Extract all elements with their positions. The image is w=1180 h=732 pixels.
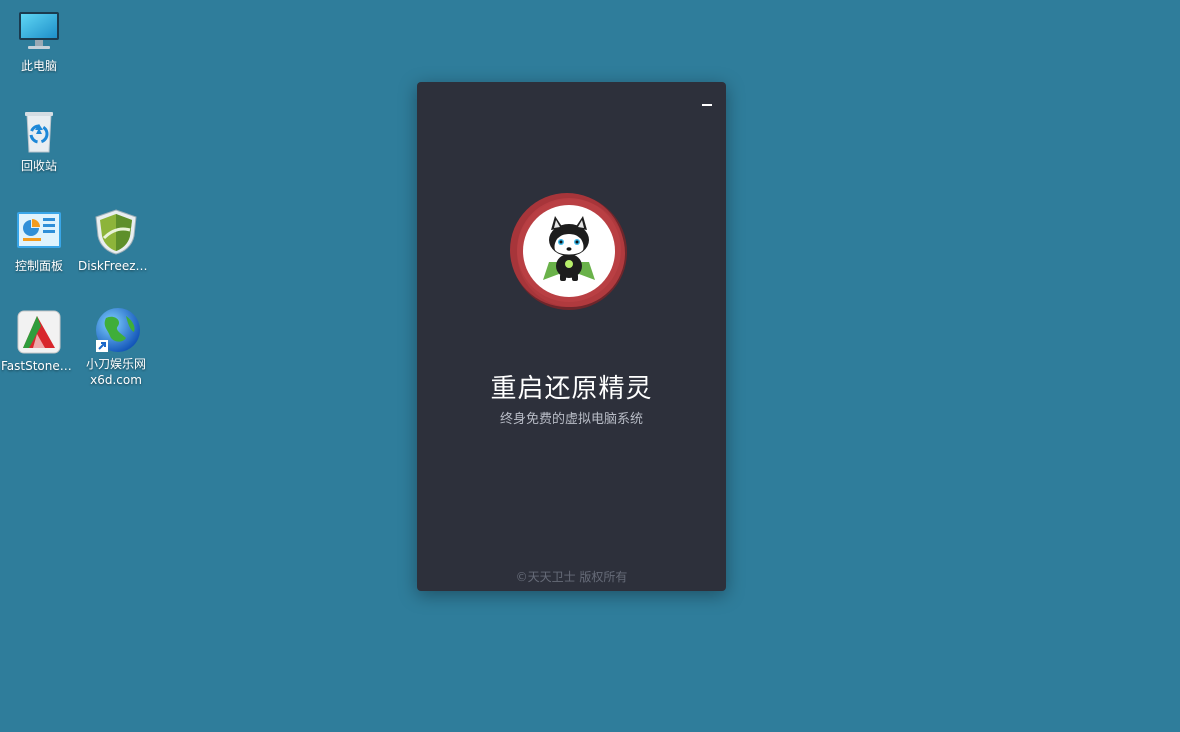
minimize-icon[interactable] (700, 96, 714, 110)
recycle-bin-icon (15, 108, 63, 156)
husky-mascot-icon (510, 193, 627, 310)
desktop-icon-recycle-bin[interactable]: 回收站 (1, 108, 77, 174)
desktop-icon-label: 控制面板 (14, 259, 63, 273)
computer-icon (15, 8, 63, 56)
globe-icon (92, 306, 140, 354)
app-subtitle: 终身免费的虚拟电脑系统 (499, 412, 643, 427)
desktop-icon-diskfreeze[interactable]: DiskFreeze... (78, 208, 154, 274)
restore-spirit-window: 重启还原精灵 终身免费的虚拟电脑系统 ©天天卫士 版权所有 (417, 82, 726, 591)
control-panel-icon (15, 208, 63, 256)
shield-icon (92, 208, 140, 256)
desktop-icon-label: FastStone_... (1, 359, 77, 373)
app-logo (507, 190, 631, 314)
faststone-icon (15, 308, 63, 356)
desktop-icon-label: 回收站 (20, 159, 57, 173)
copyright-text: ©天天卫士 版权所有 (515, 570, 628, 584)
desktop-icon-label: DiskFreeze... (78, 259, 154, 273)
desktop-icon-control-panel[interactable]: 控制面板 (1, 208, 77, 274)
desktop-icon-label: 此电脑 (20, 59, 57, 73)
desktop-icon-label: 小刀娱乐网 (85, 357, 146, 371)
app-title: 重启还原精灵 (490, 374, 653, 404)
desktop-icon-x6d[interactable]: 小刀娱乐网 x6d.com (78, 306, 154, 388)
desktop-icon-faststone[interactable]: FastStone_... (1, 308, 77, 374)
desktop-icon-this-pc[interactable]: 此电脑 (1, 8, 77, 74)
desktop-icon-label-line2: x6d.com (90, 373, 142, 387)
desktop: 此电脑 回收站 控制面板 DiskFreeze... FastStone_...… (0, 0, 1180, 732)
